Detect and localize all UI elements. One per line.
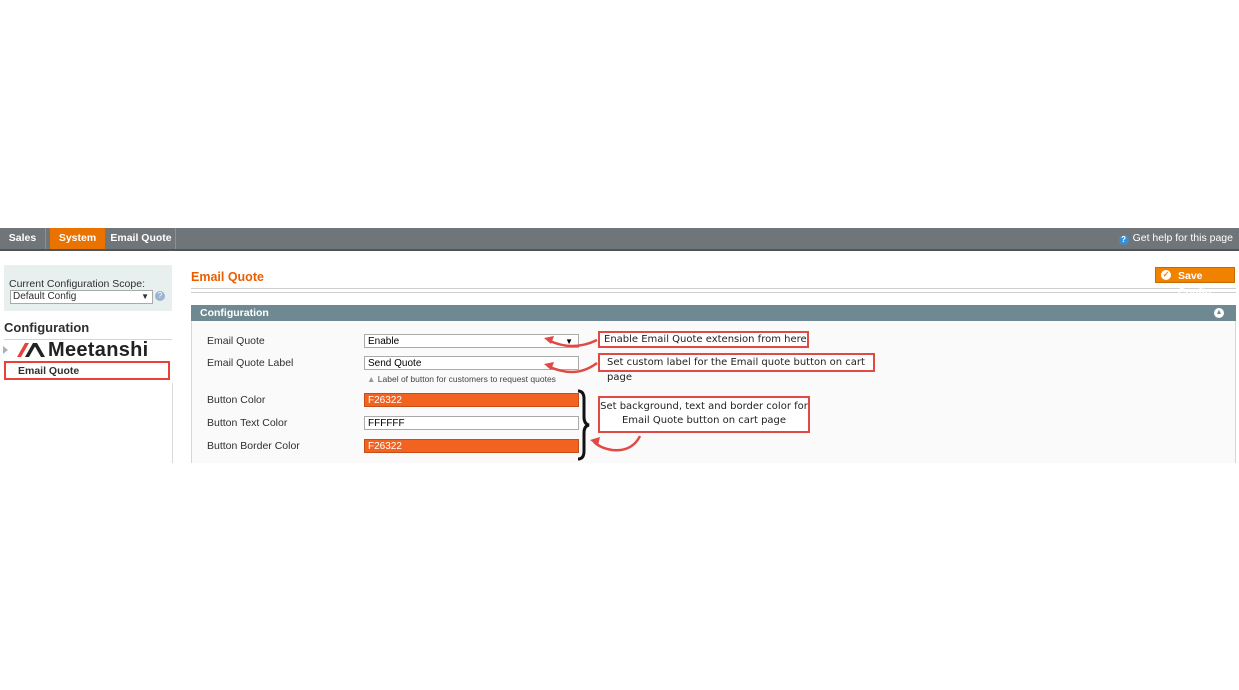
- chevron-down-icon: ▼: [565, 337, 573, 346]
- sidebar-item-label: Email Quote: [18, 365, 80, 377]
- email-quote-select[interactable]: Enable ▼: [364, 334, 579, 348]
- callout-enable: Enable Email Quote extension from here: [598, 331, 809, 348]
- sidebar-title: Configuration: [4, 320, 90, 335]
- callout-colors-line1: Set background, text and border color fo…: [600, 401, 808, 412]
- title-divider: [191, 288, 1236, 293]
- field-hint: ▲ Label of button for customers to reque…: [367, 374, 556, 384]
- check-icon: ✓: [1161, 270, 1171, 280]
- vendor-logo-text: Meetanshi: [48, 339, 149, 361]
- top-nav: Sales System Email Quote ? Get help for t…: [0, 228, 1239, 251]
- email-quote-label-label: Email Quote Label: [207, 357, 294, 369]
- sidebar-item-email-quote[interactable]: Email Quote: [4, 361, 170, 380]
- button-text-color-label: Button Text Color: [207, 417, 288, 429]
- tab-email-quote[interactable]: Email Quote: [108, 228, 174, 249]
- collapse-icon[interactable]: ▲: [1214, 308, 1224, 318]
- chevron-down-icon: ▼: [141, 292, 149, 301]
- scope-select-value: Default Config: [13, 291, 77, 302]
- scope-select[interactable]: Default Config ▼: [10, 290, 153, 304]
- callout-colors: Set background, text and border color fo…: [598, 396, 810, 433]
- email-quote-select-value: Enable: [368, 336, 400, 347]
- button-text-color-input[interactable]: FFFFFF: [364, 416, 579, 430]
- tab-sales[interactable]: Sales: [0, 228, 45, 249]
- save-config-button[interactable]: ✓ Save Config: [1155, 267, 1235, 298]
- email-quote-label: Email Quote: [207, 335, 265, 347]
- brace-icon: [577, 389, 590, 461]
- fieldset-title: Configuration: [200, 307, 269, 319]
- hint-arrow-icon: ▲: [367, 374, 378, 384]
- email-quote-label-input[interactable]: Send Quote: [364, 356, 579, 370]
- tab-system[interactable]: System: [50, 228, 105, 249]
- hint-text: Label of button for customers to request…: [377, 374, 556, 384]
- fieldset-header[interactable]: [191, 305, 1236, 321]
- meetanshi-logo-icon: [17, 343, 45, 357]
- help-label: Get help for this page: [1132, 232, 1233, 244]
- save-config-label: Save Config: [1178, 270, 1212, 298]
- button-color-input[interactable]: F26322: [364, 393, 579, 407]
- button-border-color-label: Button Border Color: [207, 440, 300, 452]
- expand-arrow-icon[interactable]: [3, 346, 8, 354]
- divider: [172, 383, 173, 463]
- page-title: Email Quote: [191, 270, 264, 284]
- nav-divider: [45, 228, 46, 249]
- help-link[interactable]: ? Get help for this page: [1118, 228, 1233, 249]
- help-icon: ?: [1118, 235, 1129, 245]
- callout-label: Set custom label for the Email quote but…: [598, 353, 875, 383]
- button-color-label: Button Color: [207, 394, 266, 406]
- callout-colors-line2: Email Quote button on cart page: [621, 415, 787, 426]
- help-icon[interactable]: ?: [155, 291, 165, 301]
- scope-label: Current Configuration Scope:: [9, 278, 145, 290]
- nav-divider: [175, 228, 176, 249]
- button-border-color-input[interactable]: F26322: [364, 439, 579, 453]
